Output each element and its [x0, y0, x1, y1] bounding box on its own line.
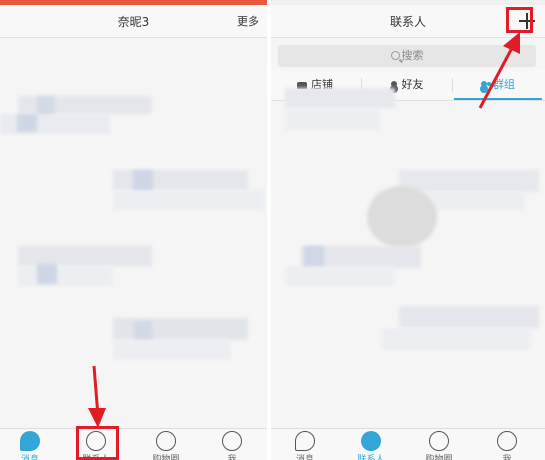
- blurred-avatar: [304, 246, 324, 266]
- blurred-avatar: [37, 96, 55, 114]
- more-button[interactable]: 更多: [237, 13, 259, 29]
- blurred-message-bubble: [113, 190, 265, 210]
- chat-bubble-icon: [295, 431, 315, 451]
- shopping-circle-icon: [429, 431, 449, 451]
- tab-label: 好友: [401, 78, 424, 91]
- blurred-avatar: [133, 170, 153, 190]
- nav-label: 我: [502, 455, 512, 460]
- blurred-list-item: [285, 88, 395, 108]
- shopping-circle-icon: [156, 431, 176, 451]
- tab-separator: [452, 78, 453, 92]
- blurred-avatar: [17, 114, 37, 132]
- nav-shopping-circle[interactable]: 购物圈: [136, 429, 196, 460]
- blurred-message-bubble: [18, 266, 113, 286]
- bottom-nav: 消息 联系人 购物圈 我: [0, 428, 267, 460]
- page-title: 奈昵3: [117, 15, 150, 29]
- blurred-avatar: [37, 264, 57, 284]
- blurred-list-item: [399, 306, 539, 328]
- blurred-list-item: [285, 110, 380, 130]
- me-icon: [222, 431, 242, 451]
- nav-label: 购物圈: [152, 455, 180, 460]
- blurred-avatar: [134, 321, 152, 339]
- nav-label: 联系人: [357, 455, 385, 460]
- blurred-list-item: [399, 170, 539, 192]
- bottom-nav: 消息 联系人 购物圈 我: [271, 428, 545, 460]
- annotation-arrow-up: [478, 32, 520, 109]
- chat-bubble-icon: [20, 431, 40, 451]
- annotation-arrow-down: [88, 365, 106, 428]
- blurred-message-bubble: [113, 340, 231, 360]
- nav-label: 消息: [20, 455, 39, 460]
- nav-me[interactable]: 我: [477, 429, 537, 460]
- nav-messages[interactable]: 消息: [275, 429, 335, 460]
- me-icon: [497, 431, 517, 451]
- nav-contacts[interactable]: 联系人: [341, 429, 401, 460]
- friend-icon: [390, 81, 397, 87]
- nav-shopping-circle[interactable]: 购物圈: [409, 429, 469, 460]
- nav-label: 消息: [295, 455, 314, 460]
- contacts-icon: [361, 431, 381, 451]
- blurred-list-item: [381, 328, 531, 350]
- nav-me[interactable]: 我: [202, 429, 262, 460]
- nav-label: 我: [227, 455, 237, 460]
- nav-messages[interactable]: 消息: [0, 429, 60, 460]
- search-placeholder: 搜索: [401, 49, 424, 62]
- blurred-avatar: [367, 186, 437, 248]
- chat-header: 奈昵3 更多: [0, 5, 267, 38]
- search-icon: [390, 51, 400, 60]
- blurred-message-bubble: [18, 246, 152, 266]
- messages-screen: 奈昵3 更多 消息 联系人 购物圈 我: [0, 0, 267, 460]
- blurred-list-item: [285, 266, 395, 286]
- nav-label: 购物圈: [425, 455, 453, 460]
